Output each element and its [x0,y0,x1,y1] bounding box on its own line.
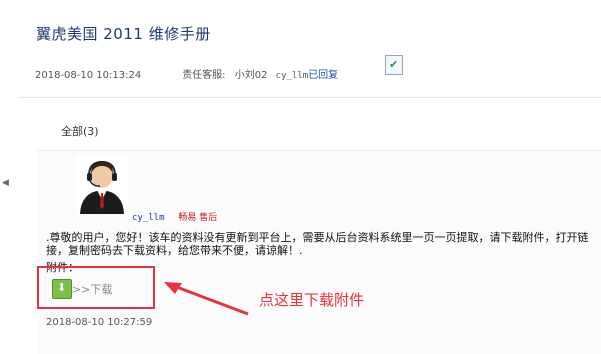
ticket-date: 2018-08-10 10:13:24 [35,70,142,81]
ticket-header: 翼虎美国 2011 维修手册 2018-08-10 10:13:24 责任客服:… [18,0,601,98]
ticket-user: cy_llm [275,71,309,81]
service-staff: 小刘02 [234,70,268,81]
annotation-arrow-icon [164,282,249,316]
reply-post: cy_llm 畅易 售后 .尊敬的用户，您好！该车的资料没有更新到平台上，需要从… [38,150,601,354]
thread-area: 全部(3) cy_llm 畅易 售后 .尊敬的用户，您好！该车的资料没有更新到平… [18,98,601,354]
reply-message: .尊敬的用户，您好！该车的资料没有更新到平台上，需要从后台资料系统里一页一页提取… [46,231,589,257]
poster-info: cy_llm 畅易 售后 [132,210,217,223]
avatar-icon [76,156,128,214]
check-icon[interactable]: ✔ [385,55,403,75]
ticket-title: 翼虎美国 2011 维修手册 [36,25,211,43]
annotation-highlight-box [37,266,155,309]
left-sidebar-edge: ◀ [0,0,19,353]
collapse-arrow-icon[interactable]: ◀ [2,178,9,188]
status-replied: 已回复 [308,70,339,81]
replier-name: 畅易 售后 [178,213,218,223]
poster-username[interactable]: cy_llm [132,213,165,223]
tab-all[interactable]: 全部(3) [61,123,99,139]
service-label: 责任客服: [182,70,226,81]
post-time: 2018-08-10 10:27:59 [46,317,153,328]
annotation-text: 点这里下载附件 [259,291,365,309]
ticket-meta: 2018-08-10 10:13:24 责任客服: 小刘02 cy_llm已回复 [35,66,338,81]
